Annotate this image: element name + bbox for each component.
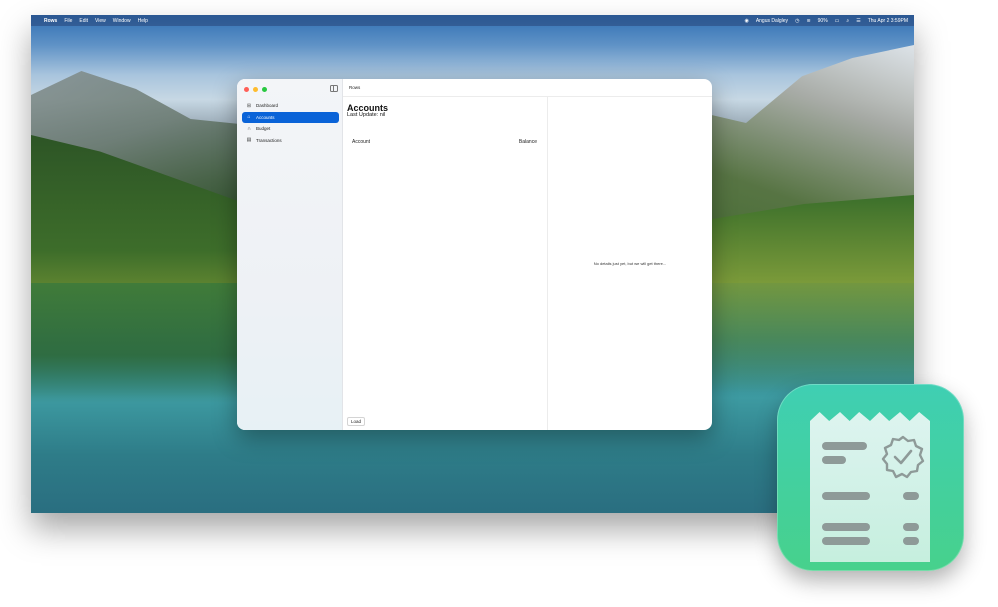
dashboard-icon: ⊞ <box>246 102 252 109</box>
window-controls <box>244 87 267 92</box>
receipt-line-icon <box>822 523 870 531</box>
user-name[interactable]: Angus Dalgley <box>756 18 788 24</box>
empty-detail-message: No details just yet, but we will get the… <box>593 261 667 266</box>
receipt-line-icon <box>903 537 919 545</box>
close-button[interactable] <box>244 87 249 92</box>
receipt-line-icon <box>903 492 919 500</box>
menu-view[interactable]: View <box>95 18 106 24</box>
battery-percent[interactable]: 90% <box>818 18 828 24</box>
menubar-clock[interactable]: Thu Apr 2 3:59PM <box>868 18 908 24</box>
detail-pane: No details just yet, but we will get the… <box>548 97 712 430</box>
load-button[interactable]: Load <box>347 417 366 426</box>
menu-edit[interactable]: Edit <box>79 18 88 24</box>
sidebar-item-label: Accounts <box>256 114 275 120</box>
accounts-list-pane: Accounts Last Update: nil Account Balanc… <box>343 97 548 430</box>
lake-reflection-right <box>694 283 914 393</box>
sidebar-item-label: Transactions <box>256 137 282 143</box>
receipt-line-icon <box>822 492 870 500</box>
bank-icon: ⌂ <box>247 114 251 120</box>
transactions-icon: ▤ <box>246 137 252 143</box>
minimize-button[interactable] <box>253 87 258 92</box>
menu-bar: Rows File Edit View Window Help ◉ Angus … <box>31 15 914 26</box>
user-icon[interactable]: ◉ <box>744 18 748 24</box>
table-header: Account Balance <box>352 139 537 145</box>
column-header-account[interactable]: Account <box>352 139 370 145</box>
zoom-button[interactable] <box>262 87 267 92</box>
menu-window[interactable]: Window <box>113 18 131 24</box>
sidebar-item-label: Dashboard <box>256 103 279 108</box>
sidebar-item-transactions[interactable]: ▤ Transactions <box>242 135 339 146</box>
menu-file[interactable]: File <box>64 18 72 24</box>
menu-help[interactable]: Help <box>138 18 148 24</box>
sidebar-item-budget[interactable]: ∩ Budget <box>242 123 339 134</box>
receipt-line-icon <box>822 442 867 450</box>
search-icon[interactable]: ⌕ <box>846 18 849 24</box>
battery-icon[interactable]: ▭ <box>835 18 840 24</box>
last-update-text: Last Update: nil <box>347 112 386 118</box>
column-header-balance[interactable]: Balance <box>519 139 537 145</box>
sidebar-nav: ⊞ Dashboard ⌂ Accounts ∩ Budget ▤ Transa… <box>242 100 339 146</box>
clock-icon[interactable]: ◷ <box>795 18 799 24</box>
budget-icon: ∩ <box>247 125 251 132</box>
sidebar-toggle-icon[interactable] <box>330 85 338 92</box>
verified-badge-icon <box>881 435 925 479</box>
sidebar-item-accounts[interactable]: ⌂ Accounts <box>242 111 339 123</box>
sidebar: ⊞ Dashboard ⌂ Accounts ∩ Budget ▤ Transa… <box>237 79 343 430</box>
receipt-line-icon <box>822 456 846 464</box>
main-area: Rows Accounts Last Update: nil Account B… <box>343 79 712 430</box>
app-menu[interactable]: Rows <box>44 18 57 24</box>
app-icon <box>777 384 964 571</box>
window-title: Rows <box>349 85 361 90</box>
app-window: ⊞ Dashboard ⌂ Accounts ∩ Budget ▤ Transa… <box>237 79 712 430</box>
receipt-line-icon <box>822 537 870 545</box>
sidebar-item-dashboard[interactable]: ⊞ Dashboard <box>242 100 339 111</box>
receipt-line-icon <box>903 523 919 531</box>
window-titlebar: Rows <box>343 79 712 97</box>
wifi-icon[interactable]: ≋ <box>806 18 810 24</box>
control-center-icon[interactable]: ☰ <box>856 18 860 24</box>
sidebar-item-label: Budget <box>256 126 271 131</box>
